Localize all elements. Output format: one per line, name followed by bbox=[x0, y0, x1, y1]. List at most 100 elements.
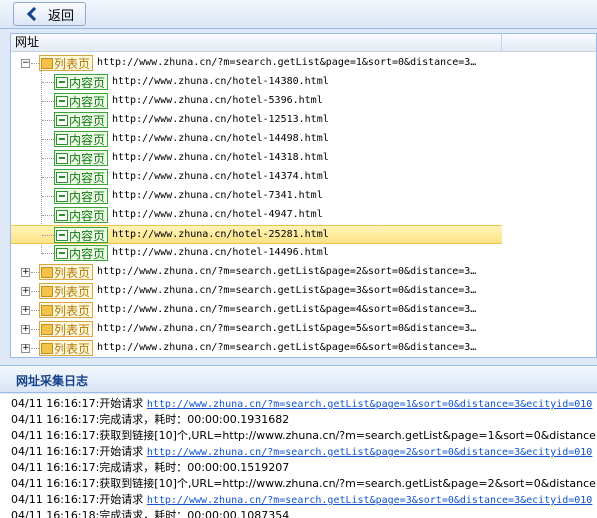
log-url-link[interactable]: http://www.zhuna.cn/?m=search.getList&pa… bbox=[147, 495, 593, 506]
tag-label: 内容页 bbox=[69, 113, 106, 128]
list-page-tag: 列表页 bbox=[39, 283, 94, 299]
expand-icon[interactable]: + bbox=[21, 268, 30, 277]
chevron-left-icon bbox=[26, 6, 42, 22]
content-page-tag: 内容页 bbox=[54, 131, 109, 147]
log-panel-body[interactable]: 04/11 16:16:17:开始请求 http://www.zhuna.cn/… bbox=[0, 394, 597, 518]
folder-icon bbox=[41, 285, 53, 297]
log-line: 04/11 16:16:18:完成请求，耗时：00:00:00.1087354 bbox=[11, 508, 289, 518]
tag-label: 列表页 bbox=[54, 56, 91, 71]
tag-label: 内容页 bbox=[69, 132, 106, 147]
list-page-tag: 列表页 bbox=[39, 340, 94, 356]
tree-node-list-page[interactable]: + 列表页 http://www.zhuna.cn/?m=search.getLis… bbox=[11, 301, 502, 320]
expand-icon[interactable]: + bbox=[21, 306, 30, 315]
log-line: 04/11 16:16:17:获取到链接[10]个,URL=http://www… bbox=[11, 476, 597, 492]
tree-connector-branch bbox=[42, 139, 54, 140]
content-page-tag: 内容页 bbox=[54, 245, 109, 261]
folder-icon bbox=[41, 323, 53, 335]
tree-connector-branch bbox=[42, 158, 54, 159]
tree-connector-branch bbox=[42, 101, 54, 102]
link-page-icon bbox=[56, 152, 68, 164]
tree-node-list-page[interactable]: + 列表页 http://www.zhuna.cn/?m=search.getLis… bbox=[11, 263, 502, 282]
tree-connector-branch bbox=[31, 348, 39, 349]
list-page-tag: 列表页 bbox=[39, 302, 94, 318]
tree-node-content-page[interactable]: 内容页 http://www.zhuna.cn/hotel-14318.html bbox=[11, 149, 502, 168]
expand-icon[interactable]: + bbox=[21, 325, 30, 334]
tree-connector-branch bbox=[31, 291, 39, 292]
tag-label: 内容页 bbox=[69, 189, 106, 204]
log-text: 04/11 16:16:17:开始请求 bbox=[11, 445, 147, 458]
tree-connector-branch bbox=[31, 63, 39, 64]
folder-icon bbox=[41, 342, 53, 354]
tree-node-url: http://www.zhuna.cn/hotel-14318.html bbox=[112, 152, 329, 163]
tree-node-content-page[interactable]: 内容页 http://www.zhuna.cn/hotel-5396.html bbox=[11, 92, 502, 111]
tree-node-content-page[interactable]: 内容页 http://www.zhuna.cn/hotel-12513.html bbox=[11, 111, 502, 130]
log-text: 04/11 16:16:17:开始请求 bbox=[11, 493, 147, 506]
tree-node-url: http://www.zhuna.cn/hotel-14496.html bbox=[112, 247, 329, 258]
log-text: 04/11 16:16:17:完成请求，耗时：00:00:00.1519207 bbox=[11, 461, 290, 474]
tree-node-content-page[interactable]: 内容页 http://www.zhuna.cn/hotel-4947.html bbox=[11, 206, 502, 225]
tree-node-content-page[interactable]: 内容页 http://www.zhuna.cn/hotel-14380.html bbox=[11, 73, 502, 92]
tree-connector-branch bbox=[31, 310, 39, 311]
tree-node-url: http://www.zhuna.cn/hotel-12513.html bbox=[112, 114, 329, 125]
tree-node-content-page[interactable]: 内容页 http://www.zhuna.cn/hotel-14498.html bbox=[11, 130, 502, 149]
tree-node-content-page[interactable]: 内容页 http://www.zhuna.cn/hotel-25281.html bbox=[11, 225, 502, 244]
content-page-tag: 内容页 bbox=[54, 169, 109, 185]
toolbar: 返回 bbox=[0, 0, 597, 29]
tag-label: 内容页 bbox=[69, 208, 106, 223]
tree-node-content-page[interactable]: 内容页 http://www.zhuna.cn/hotel-7341.html bbox=[11, 187, 502, 206]
tree-node-url: http://www.zhuna.cn/?m=search.getList&pa… bbox=[97, 285, 477, 296]
log-text: 04/11 16:16:17:获取到链接[10]个,URL=http://www… bbox=[11, 429, 597, 442]
tag-label: 列表页 bbox=[54, 284, 91, 299]
tree-node-content-page[interactable]: 内容页 http://www.zhuna.cn/hotel-14496.html bbox=[11, 244, 502, 263]
tree-node-list-page[interactable]: + 列表页 http://www.zhuna.cn/?m=search.getLis… bbox=[11, 320, 502, 339]
log-line: 04/11 16:16:17:完成请求，耗时：00:00:00.1519207 bbox=[11, 460, 289, 476]
expand-icon[interactable]: + bbox=[21, 287, 30, 296]
tree-node-url: http://www.zhuna.cn/?m=search.getList&pa… bbox=[97, 304, 477, 315]
tree-connector-branch bbox=[42, 196, 54, 197]
content-page-tag: 内容页 bbox=[54, 112, 109, 128]
tree-node-url: http://www.zhuna.cn/hotel-14374.html bbox=[112, 171, 329, 182]
link-page-icon bbox=[56, 209, 68, 221]
log-panel-header: 网址采集日志 bbox=[0, 365, 597, 393]
folder-icon bbox=[41, 57, 53, 69]
log-panel-title: 网址采集日志 bbox=[16, 374, 89, 388]
tree-connector-branch bbox=[42, 177, 54, 178]
log-line: 04/11 16:16:17:获取到链接[10]个,URL=http://www… bbox=[11, 428, 597, 444]
list-page-tag: 列表页 bbox=[39, 55, 94, 71]
tree-node-list-page[interactable]: − 列表页 http://www.zhuna.cn/?m=search.getLis… bbox=[11, 54, 502, 73]
link-page-icon bbox=[56, 190, 68, 202]
log-line: 04/11 16:16:17:开始请求 http://www.zhuna.cn/… bbox=[11, 396, 592, 412]
log-text: 04/11 16:16:18:完成请求，耗时：00:00:00.1087354 bbox=[11, 509, 290, 518]
tree-node-url: http://www.zhuna.cn/hotel-4947.html bbox=[112, 209, 323, 220]
tag-label: 列表页 bbox=[54, 341, 91, 356]
content-page-tag: 内容页 bbox=[54, 74, 109, 90]
content-page-tag: 内容页 bbox=[54, 207, 109, 223]
tree-node-url: http://www.zhuna.cn/hotel-7341.html bbox=[112, 190, 323, 201]
tag-label: 列表页 bbox=[54, 322, 91, 337]
back-button[interactable]: 返回 bbox=[13, 2, 86, 26]
tag-label: 内容页 bbox=[69, 94, 106, 109]
collapse-icon[interactable]: − bbox=[21, 59, 30, 68]
tag-label: 列表页 bbox=[54, 265, 91, 280]
link-page-icon bbox=[56, 247, 68, 259]
expand-icon[interactable]: + bbox=[21, 344, 30, 353]
tree-node-url: http://www.zhuna.cn/hotel-25281.html bbox=[112, 229, 329, 240]
log-line: 04/11 16:16:17:完成请求，耗时：00:00:00.1931682 bbox=[11, 412, 289, 428]
column-header-url[interactable]: 网址 bbox=[11, 34, 502, 51]
tree-connector-branch bbox=[42, 120, 54, 121]
tree-node-list-page[interactable]: + 列表页 http://www.zhuna.cn/?m=search.getLis… bbox=[11, 339, 502, 357]
list-page-tag: 列表页 bbox=[39, 321, 94, 337]
log-url-link[interactable]: http://www.zhuna.cn/?m=search.getList&pa… bbox=[147, 447, 593, 458]
tree-connector-branch bbox=[42, 215, 54, 216]
tree-connector-branch bbox=[42, 82, 54, 83]
content-page-tag: 内容页 bbox=[54, 188, 109, 204]
tree-node-content-page[interactable]: 内容页 http://www.zhuna.cn/hotel-14374.html bbox=[11, 168, 502, 187]
log-text: 04/11 16:16:17:获取到链接[10]个,URL=http://www… bbox=[11, 477, 597, 490]
folder-icon bbox=[41, 304, 53, 316]
log-text: 04/11 16:16:17:开始请求 bbox=[11, 397, 147, 410]
url-tree-panel: 网址 − 列表页 http://www.zhuna.cn/?m=search.get… bbox=[10, 33, 597, 358]
tree-node-url: http://www.zhuna.cn/?m=search.getList&pa… bbox=[97, 57, 477, 68]
tag-label: 内容页 bbox=[69, 228, 106, 243]
tree-node-list-page[interactable]: + 列表页 http://www.zhuna.cn/?m=search.getLis… bbox=[11, 282, 502, 301]
log-url-link[interactable]: http://www.zhuna.cn/?m=search.getList&pa… bbox=[147, 399, 593, 410]
